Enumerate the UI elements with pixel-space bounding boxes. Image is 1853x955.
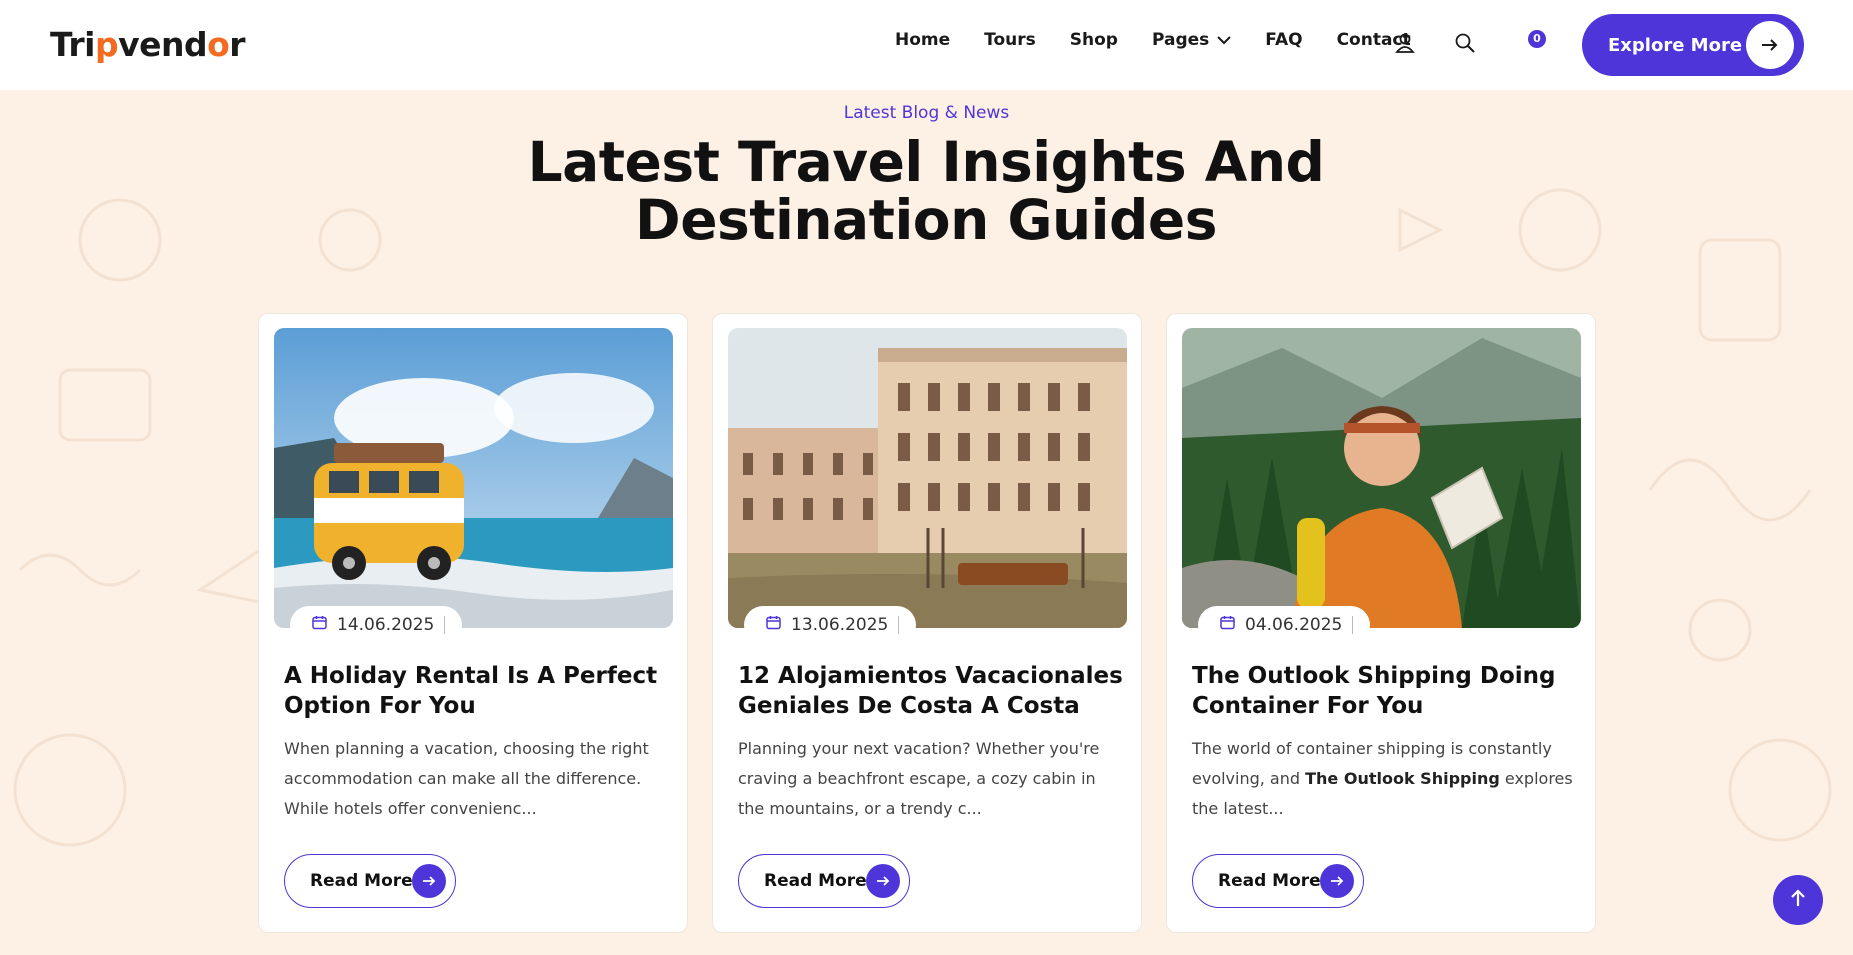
nav-label: FAQ <box>1265 30 1303 50</box>
post-title[interactable]: 12 Alojamientos Vacacionales Geniales De… <box>738 661 1123 721</box>
date-separator <box>444 616 446 634</box>
nav-label: Shop <box>1069 30 1118 50</box>
read-more-button[interactable]: Read More <box>738 854 910 908</box>
read-more-label: Read More <box>764 871 867 891</box>
arrow-right-icon <box>1320 864 1354 898</box>
arrow-up-icon <box>1791 889 1805 911</box>
post-title[interactable]: The Outlook Shipping Doing Container For… <box>1192 661 1577 721</box>
section-title-line: Latest Travel Insights And <box>527 130 1325 194</box>
date-separator <box>898 616 900 634</box>
nav-item-faq[interactable]: FAQ <box>1265 30 1302 50</box>
post-excerpt: Planning your next vacation? Whether you… <box>738 739 1100 818</box>
read-more-button[interactable]: Read More <box>284 854 456 908</box>
logo-text: o <box>207 24 230 64</box>
read-more-button[interactable]: Read More <box>1192 854 1364 908</box>
nav-item-pages[interactable]: Pages <box>1152 30 1231 50</box>
nav-item-home[interactable]: Home <box>895 30 950 50</box>
brand-logo[interactable]: Tri p vend o r <box>50 22 246 66</box>
arrow-right-icon <box>866 864 900 898</box>
blog-card: 04.06.2025 The Outlook Shipping Doing Co… <box>1166 313 1596 933</box>
section-title: Latest Travel Insights And Destination G… <box>526 133 1326 249</box>
date-separator <box>1352 616 1354 634</box>
back-to-top-button[interactable] <box>1773 875 1823 925</box>
search-icon[interactable] <box>1454 32 1476 54</box>
post-image-van[interactable] <box>274 328 673 628</box>
arrow-right-icon <box>412 864 446 898</box>
chevron-down-icon <box>1217 30 1231 50</box>
site-header: Tri p vend o r Home Tours Shop Pages FAQ Con… <box>0 0 1853 90</box>
nav-label: Tours <box>984 30 1036 50</box>
read-more-label: Read More <box>1218 871 1321 891</box>
blog-card: 13.06.2025 12 Alojamientos Vacacionales … <box>712 313 1142 933</box>
logo-text: r <box>229 24 246 64</box>
post-excerpt: The world of container shipping is const… <box>1192 734 1577 824</box>
section-title-line: Destination Guides <box>635 188 1217 252</box>
blog-card: 14.06.2025 A Holiday Rental Is A Perfect… <box>258 313 688 933</box>
post-image-venice[interactable] <box>728 328 1127 628</box>
post-date: 04.06.2025 <box>1198 606 1370 644</box>
post-title[interactable]: A Holiday Rental Is A Perfect Option For… <box>284 661 669 721</box>
section-eyebrow: Latest Blog & News <box>843 103 1010 123</box>
post-date: 13.06.2025 <box>744 606 916 644</box>
nav-label: Home <box>895 30 951 50</box>
excerpt-bold-text: The Outlook Shipping <box>1305 769 1500 788</box>
logo-text: vend <box>118 24 208 64</box>
main-nav: Home Tours Shop Pages FAQ Contact <box>895 30 1445 50</box>
calendar-icon <box>1220 615 1235 635</box>
logo-text: Tri <box>50 24 95 64</box>
calendar-icon <box>766 615 781 635</box>
post-excerpt: When planning a vacation, choosing the r… <box>284 739 649 818</box>
post-date-text: 04.06.2025 <box>1245 615 1343 635</box>
explore-more-button[interactable]: Explore More <box>1582 14 1804 76</box>
nav-label: Pages <box>1151 30 1210 50</box>
post-image-hiker[interactable] <box>1182 328 1581 628</box>
post-date-text: 14.06.2025 <box>337 615 435 635</box>
nav-item-tours[interactable]: Tours <box>984 30 1036 50</box>
post-date-text: 13.06.2025 <box>791 615 889 635</box>
cart-count-badge[interactable]: 0 <box>1528 30 1546 48</box>
calendar-icon <box>312 615 327 635</box>
arrow-right-icon <box>1746 21 1794 69</box>
post-date: 14.06.2025 <box>290 606 462 644</box>
explore-more-label: Explore More <box>1608 34 1743 56</box>
nav-item-shop[interactable]: Shop <box>1070 30 1118 50</box>
logo-text: p <box>94 24 119 64</box>
user-icon[interactable] <box>1394 32 1416 54</box>
read-more-label: Read More <box>310 871 413 891</box>
